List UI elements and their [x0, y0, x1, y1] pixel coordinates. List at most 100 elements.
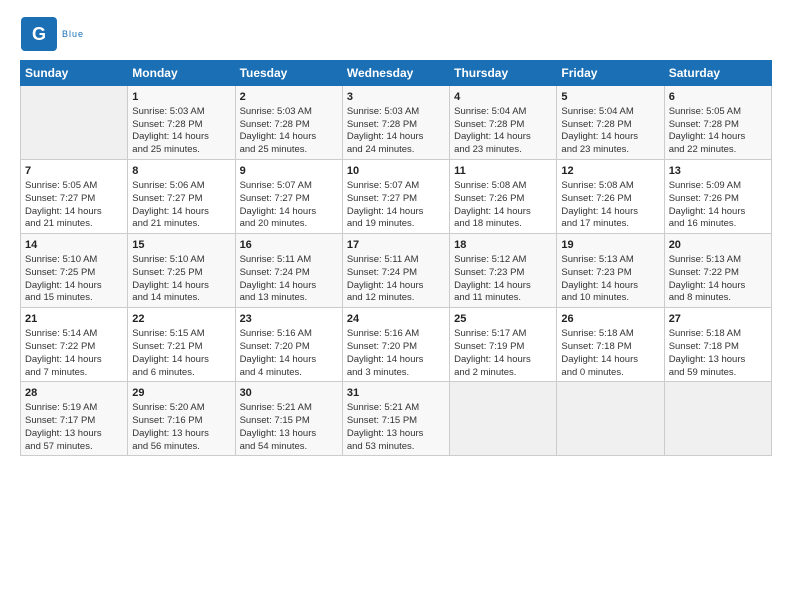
calendar-cell: 13Sunrise: 5:09 AMSunset: 7:26 PMDayligh…	[664, 160, 771, 234]
cell-info-line: Sunset: 7:27 PM	[347, 193, 445, 206]
cell-info-line: Daylight: 14 hours	[240, 131, 338, 144]
cell-info-line: Daylight: 14 hours	[132, 206, 230, 219]
calendar-cell: 21Sunrise: 5:14 AMSunset: 7:22 PMDayligh…	[21, 308, 128, 382]
cell-info-line: Sunset: 7:28 PM	[454, 119, 552, 132]
cell-info-line: and 53 minutes.	[347, 441, 445, 454]
calendar-cell: 31Sunrise: 5:21 AMSunset: 7:15 PMDayligh…	[342, 382, 449, 456]
cell-info-line: and 12 minutes.	[347, 292, 445, 305]
cell-info-line: and 2 minutes.	[454, 367, 552, 380]
cell-info-line: Sunset: 7:23 PM	[454, 267, 552, 280]
cell-info-line: and 3 minutes.	[347, 367, 445, 380]
day-number: 21	[25, 312, 123, 327]
cell-info-line: Sunrise: 5:03 AM	[347, 106, 445, 119]
calendar-header-saturday: Saturday	[664, 61, 771, 86]
day-number: 11	[454, 164, 552, 179]
cell-info-line: Sunrise: 5:03 AM	[132, 106, 230, 119]
day-number: 26	[561, 312, 659, 327]
cell-info-line: and 17 minutes.	[561, 218, 659, 231]
cell-info-line: and 22 minutes.	[669, 144, 767, 157]
cell-info-line: Sunrise: 5:08 AM	[454, 180, 552, 193]
cell-info-line: Sunset: 7:27 PM	[25, 193, 123, 206]
calendar-cell: 28Sunrise: 5:19 AMSunset: 7:17 PMDayligh…	[21, 382, 128, 456]
calendar-cell: 12Sunrise: 5:08 AMSunset: 7:26 PMDayligh…	[557, 160, 664, 234]
calendar-cell: 22Sunrise: 5:15 AMSunset: 7:21 PMDayligh…	[128, 308, 235, 382]
day-number: 22	[132, 312, 230, 327]
cell-info-line: and 6 minutes.	[132, 367, 230, 380]
cell-info-line: Sunset: 7:28 PM	[561, 119, 659, 132]
cell-info-line: and 21 minutes.	[25, 218, 123, 231]
cell-info-line: Sunrise: 5:04 AM	[561, 106, 659, 119]
day-number: 1	[132, 90, 230, 105]
calendar-week-row: 28Sunrise: 5:19 AMSunset: 7:17 PMDayligh…	[21, 382, 772, 456]
cell-info-line: and 7 minutes.	[25, 367, 123, 380]
calendar-cell: 7Sunrise: 5:05 AMSunset: 7:27 PMDaylight…	[21, 160, 128, 234]
calendar-cell: 29Sunrise: 5:20 AMSunset: 7:16 PMDayligh…	[128, 382, 235, 456]
calendar-cell: 15Sunrise: 5:10 AMSunset: 7:25 PMDayligh…	[128, 234, 235, 308]
day-number: 12	[561, 164, 659, 179]
cell-info-line: and 21 minutes.	[132, 218, 230, 231]
cell-info-line: Sunset: 7:28 PM	[240, 119, 338, 132]
day-number: 5	[561, 90, 659, 105]
day-number: 6	[669, 90, 767, 105]
cell-info-line: Sunset: 7:27 PM	[132, 193, 230, 206]
cell-info-line: Daylight: 14 hours	[454, 354, 552, 367]
cell-info-line: Sunset: 7:23 PM	[561, 267, 659, 280]
calendar-cell: 1Sunrise: 5:03 AMSunset: 7:28 PMDaylight…	[128, 86, 235, 160]
cell-info-line: Sunset: 7:20 PM	[240, 341, 338, 354]
cell-info-line: Daylight: 13 hours	[132, 428, 230, 441]
calendar-cell: 11Sunrise: 5:08 AMSunset: 7:26 PMDayligh…	[450, 160, 557, 234]
cell-info-line: and 19 minutes.	[347, 218, 445, 231]
cell-info-line: Daylight: 14 hours	[561, 280, 659, 293]
cell-info-line: Sunrise: 5:08 AM	[561, 180, 659, 193]
cell-info-line: Sunrise: 5:17 AM	[454, 328, 552, 341]
calendar-cell: 19Sunrise: 5:13 AMSunset: 7:23 PMDayligh…	[557, 234, 664, 308]
cell-info-line: Sunset: 7:22 PM	[25, 341, 123, 354]
cell-info-line: and 4 minutes.	[240, 367, 338, 380]
calendar-cell	[450, 382, 557, 456]
cell-info-line: Sunrise: 5:03 AM	[240, 106, 338, 119]
day-number: 27	[669, 312, 767, 327]
cell-info-line: and 57 minutes.	[25, 441, 123, 454]
cell-info-line: Sunrise: 5:12 AM	[454, 254, 552, 267]
calendar-header-monday: Monday	[128, 61, 235, 86]
cell-info-line: Sunset: 7:26 PM	[669, 193, 767, 206]
cell-info-line: Sunrise: 5:07 AM	[240, 180, 338, 193]
calendar-cell: 27Sunrise: 5:18 AMSunset: 7:18 PMDayligh…	[664, 308, 771, 382]
cell-info-line: Sunrise: 5:13 AM	[669, 254, 767, 267]
header-area: G Blue	[20, 16, 772, 52]
calendar-cell	[21, 86, 128, 160]
day-number: 7	[25, 164, 123, 179]
cell-info-line: Sunset: 7:21 PM	[132, 341, 230, 354]
calendar-header-wednesday: Wednesday	[342, 61, 449, 86]
calendar-header-sunday: Sunday	[21, 61, 128, 86]
cell-info-line: Sunrise: 5:16 AM	[347, 328, 445, 341]
calendar-week-row: 21Sunrise: 5:14 AMSunset: 7:22 PMDayligh…	[21, 308, 772, 382]
cell-info-line: and 59 minutes.	[669, 367, 767, 380]
cell-info-line: Sunset: 7:25 PM	[25, 267, 123, 280]
cell-info-line: and 54 minutes.	[240, 441, 338, 454]
calendar-cell: 6Sunrise: 5:05 AMSunset: 7:28 PMDaylight…	[664, 86, 771, 160]
day-number: 15	[132, 238, 230, 253]
cell-info-line: and 8 minutes.	[669, 292, 767, 305]
calendar-cell: 5Sunrise: 5:04 AMSunset: 7:28 PMDaylight…	[557, 86, 664, 160]
cell-info-line: Daylight: 13 hours	[25, 428, 123, 441]
cell-info-line: and 18 minutes.	[454, 218, 552, 231]
cell-info-line: Daylight: 14 hours	[454, 280, 552, 293]
cell-info-line: Daylight: 14 hours	[347, 131, 445, 144]
cell-info-line: Sunrise: 5:19 AM	[25, 402, 123, 415]
day-number: 8	[132, 164, 230, 179]
calendar-cell: 9Sunrise: 5:07 AMSunset: 7:27 PMDaylight…	[235, 160, 342, 234]
day-number: 13	[669, 164, 767, 179]
cell-info-line: Daylight: 14 hours	[454, 206, 552, 219]
day-number: 16	[240, 238, 338, 253]
cell-info-line: Daylight: 14 hours	[25, 280, 123, 293]
day-number: 29	[132, 386, 230, 401]
cell-info-line: Daylight: 14 hours	[347, 280, 445, 293]
cell-info-line: Daylight: 13 hours	[240, 428, 338, 441]
calendar-cell: 26Sunrise: 5:18 AMSunset: 7:18 PMDayligh…	[557, 308, 664, 382]
cell-info-line: Sunset: 7:26 PM	[454, 193, 552, 206]
svg-text:G: G	[32, 24, 46, 44]
cell-info-line: Sunset: 7:27 PM	[240, 193, 338, 206]
cell-info-line: Sunset: 7:25 PM	[132, 267, 230, 280]
cell-info-line: Sunset: 7:28 PM	[347, 119, 445, 132]
